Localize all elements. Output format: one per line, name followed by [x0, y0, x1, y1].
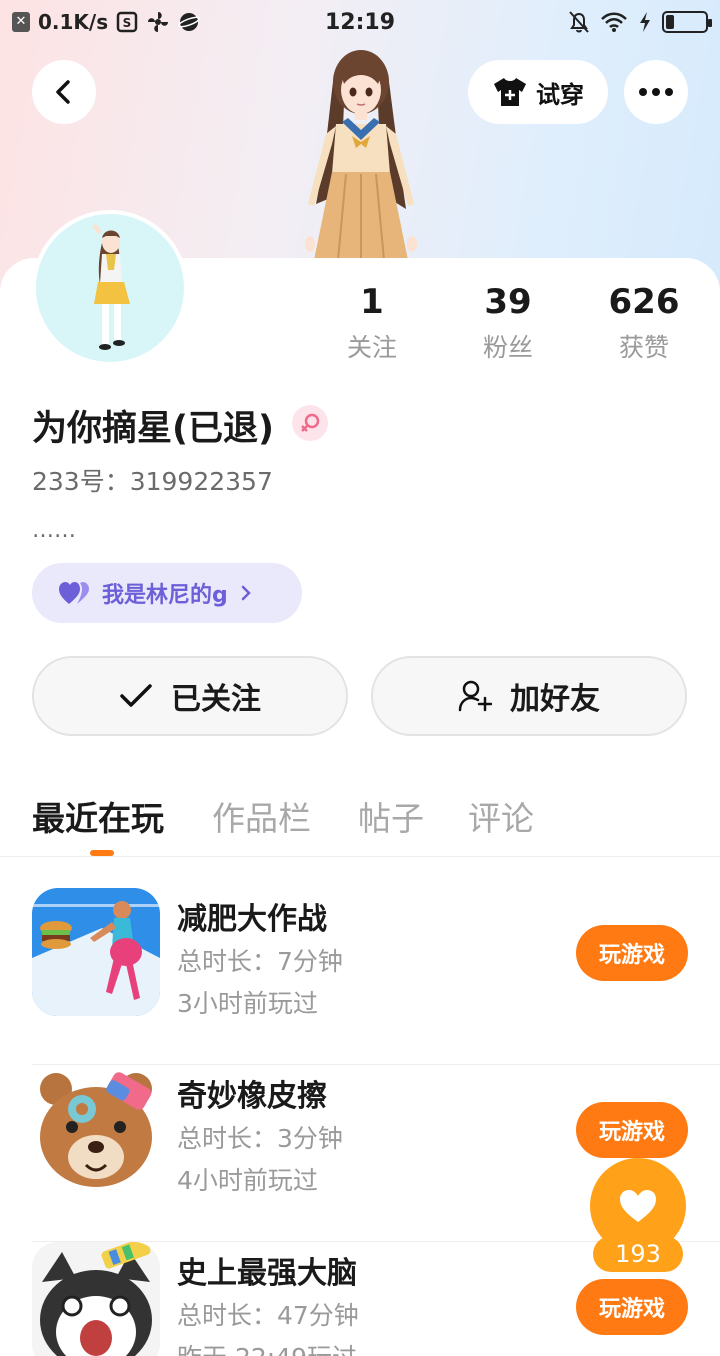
tab-works[interactable]: 作品栏 — [212, 792, 311, 840]
more-button[interactable] — [624, 60, 688, 124]
battery-icon — [662, 11, 712, 33]
tshirt-icon — [494, 78, 526, 106]
wifi-icon — [601, 12, 627, 32]
stat-label: 关注 — [346, 333, 397, 362]
play-game-button[interactable]: 玩游戏 — [576, 1102, 688, 1158]
game-thumbnail-image — [32, 888, 160, 1016]
status-bar: ✕ 0.1K/s S 12:19 — [0, 0, 720, 50]
stat-likes[interactable]: 626 获赞 — [584, 282, 704, 364]
avatar[interactable] — [32, 210, 188, 366]
add-friend-button[interactable]: 加好友 — [371, 656, 687, 736]
couple-tag[interactable]: 我是林尼的g — [32, 563, 302, 623]
stat-label: 获赞 — [618, 333, 669, 362]
followed-button[interactable]: 已关注 — [32, 656, 348, 736]
battery-level — [666, 15, 674, 29]
game-last-played: 3小时前玩过 — [177, 989, 318, 1018]
heart-icon — [620, 1190, 656, 1222]
add-user-icon — [458, 680, 492, 712]
game-duration: 总时长：47分钟 — [177, 1301, 359, 1330]
chevron-right-icon — [241, 585, 251, 601]
game-duration: 总时长：7分钟 — [177, 947, 343, 976]
avatar-3d-character — [305, 50, 417, 260]
game-title: 减肥大作战 — [177, 902, 327, 937]
game-icon — [32, 1242, 160, 1356]
game-thumbnail-image — [32, 1065, 160, 1193]
stat-value: 39 — [484, 282, 532, 322]
try-on-button[interactable]: 试穿 — [468, 60, 608, 124]
game-last-played: 4小时前玩过 — [177, 1166, 318, 1195]
game-thumbnail-image — [32, 1242, 160, 1356]
divider — [0, 856, 720, 857]
stat-following[interactable]: 1 关注 — [312, 282, 432, 364]
gender-badge — [292, 405, 328, 441]
more-horizontal-icon — [639, 88, 673, 96]
list-item[interactable]: 减肥大作战 总时长：7分钟 3小时前玩过 玩游戏 — [32, 888, 720, 1065]
game-title: 史上最强大脑 — [177, 1256, 357, 1291]
game-duration: 总时长：3分钟 — [177, 1124, 343, 1153]
user-id: 233号：319922357 — [32, 467, 273, 496]
avatar-character-image — [92, 224, 130, 350]
stat-value: 626 — [608, 282, 680, 322]
game-last-played: 昨天 22:49玩过 — [177, 1338, 357, 1356]
check-icon — [120, 684, 152, 707]
add-friend-label: 加好友 — [510, 682, 600, 717]
double-heart-icon — [59, 582, 89, 604]
bio: …… — [32, 518, 76, 543]
game-icon — [32, 1065, 160, 1193]
stat-value: 1 — [360, 282, 384, 322]
play-game-button[interactable]: 玩游戏 — [576, 925, 688, 981]
back-button[interactable] — [32, 60, 96, 124]
play-game-button[interactable]: 玩游戏 — [576, 1279, 688, 1335]
followed-label: 已关注 — [171, 682, 261, 717]
try-on-label: 试穿 — [536, 80, 584, 109]
tab-comments[interactable]: 评论 — [468, 792, 534, 840]
bell-off-icon — [569, 11, 589, 33]
female-icon — [301, 413, 320, 432]
tab-recently-played[interactable]: 最近在玩 — [32, 792, 164, 840]
game-title: 奇妙橡皮擦 — [177, 1079, 327, 1114]
tab-posts[interactable]: 帖子 — [358, 792, 424, 840]
couple-tag-label: 我是林尼的g — [102, 583, 228, 608]
charging-icon — [640, 12, 650, 32]
chevron-left-icon — [56, 80, 70, 104]
like-count: 193 — [593, 1236, 683, 1272]
stat-followers[interactable]: 39 粉丝 — [448, 282, 568, 364]
game-icon — [32, 888, 160, 1016]
username: 为你摘星(已退) — [32, 409, 274, 449]
stat-label: 粉丝 — [482, 333, 533, 362]
